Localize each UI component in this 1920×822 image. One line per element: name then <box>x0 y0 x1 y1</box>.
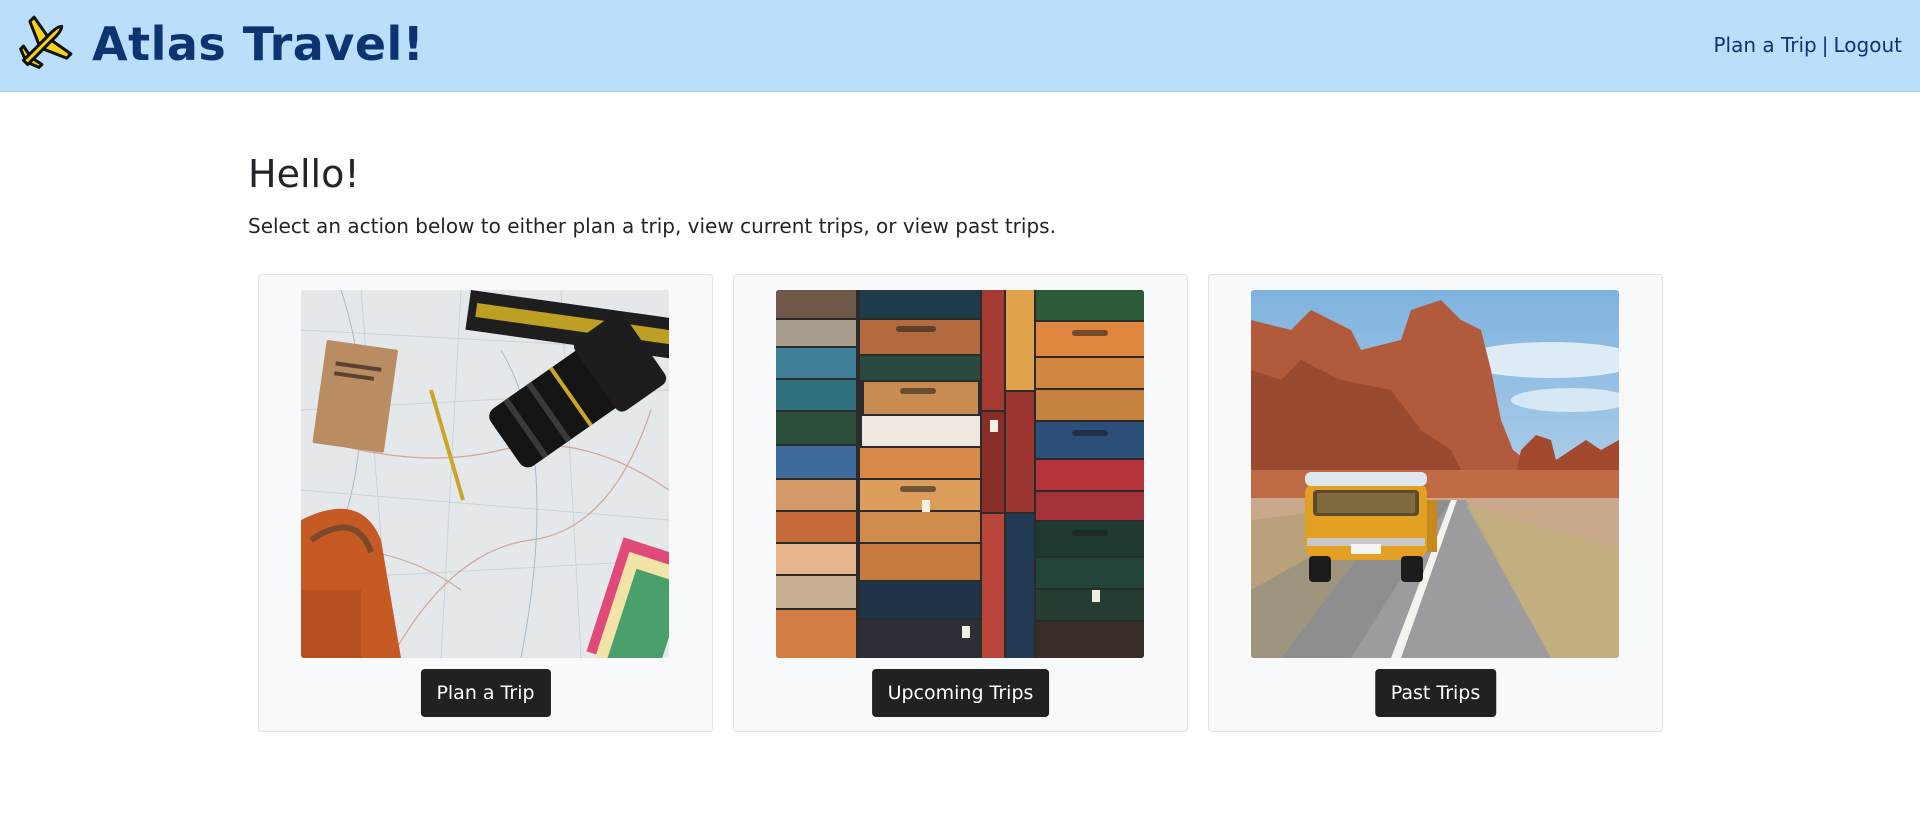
upcoming-trips-button[interactable]: Upcoming Trips <box>871 669 1050 717</box>
page-title: Hello! <box>248 152 360 196</box>
nav-plan-trip-link[interactable]: Plan a Trip <box>1713 33 1816 57</box>
brand-link[interactable]: Atlas Travel! <box>14 14 424 74</box>
map-camera-flatlay-photo <box>301 290 669 658</box>
page-subtitle: Select an action below to either plan a … <box>248 214 1056 238</box>
stacked-suitcases-photo <box>776 290 1144 658</box>
desert-road-van-photo <box>1251 290 1619 658</box>
card-plan-trip: Plan a Trip <box>258 274 713 732</box>
card-upcoming-trips: Upcoming Trips <box>733 274 1188 732</box>
brand-title: Atlas Travel! <box>92 17 425 71</box>
past-trips-button[interactable]: Past Trips <box>1374 669 1497 717</box>
nav-logout-link[interactable]: Logout <box>1834 33 1902 57</box>
plan-trip-button[interactable]: Plan a Trip <box>420 669 551 717</box>
nav-separator: | <box>1821 33 1829 57</box>
nav-links: Plan a Trip | Logout <box>1713 33 1902 57</box>
navbar: Atlas Travel! Plan a Trip | Logout <box>0 0 1920 92</box>
card-past-trips: Past Trips <box>1208 274 1663 732</box>
airplane-icon <box>19 15 73 69</box>
